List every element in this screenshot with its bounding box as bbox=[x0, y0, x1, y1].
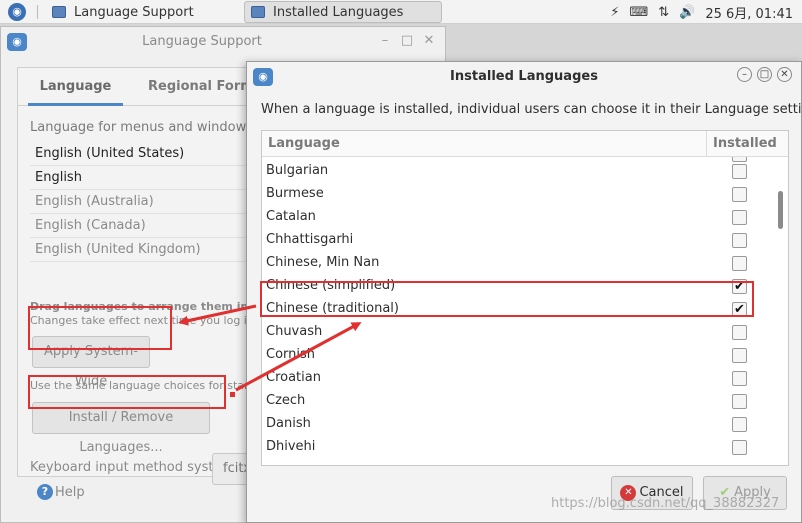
installed-checkbox[interactable] bbox=[732, 325, 747, 340]
close-button[interactable]: ✕ bbox=[777, 67, 792, 82]
table-row[interactable]: Cornish bbox=[262, 345, 772, 368]
window-icon bbox=[251, 6, 265, 18]
table-row[interactable]: Chinese, Min Nan bbox=[262, 253, 772, 276]
taskbar-item-language-support[interactable]: Language Support bbox=[46, 1, 236, 23]
watermark: https://blog.csdn.net/qq_38882327 bbox=[551, 496, 780, 511]
keyboard-icon[interactable]: ⌨ bbox=[629, 5, 648, 20]
minimize-button[interactable]: – bbox=[737, 67, 752, 82]
installed-checkbox[interactable] bbox=[732, 348, 747, 363]
taskbar-item-installed-languages[interactable]: Installed Languages bbox=[244, 1, 442, 23]
taskbar-item-label: Installed Languages bbox=[273, 4, 404, 20]
help-button[interactable]: ? Help bbox=[37, 484, 85, 500]
language-prompt: Language for menus and windows: bbox=[30, 120, 258, 135]
installed-checkbox[interactable] bbox=[732, 210, 747, 225]
language-name: Dhivehi bbox=[266, 439, 316, 454]
system-tray: ⚡ ⌨ ⇅ 🔊 25 6月, 01:41 bbox=[610, 0, 802, 24]
installed-checkbox[interactable] bbox=[732, 256, 747, 271]
window-title: Language Support bbox=[142, 34, 262, 49]
help-icon: ? bbox=[37, 484, 53, 500]
column-header-installed[interactable]: Installed bbox=[706, 131, 777, 157]
panel-separator bbox=[37, 5, 38, 19]
annotation-box-apply-system-wide bbox=[28, 306, 172, 350]
installed-checkbox[interactable] bbox=[732, 164, 747, 179]
installed-checkbox[interactable] bbox=[732, 371, 747, 386]
help-label: Help bbox=[55, 484, 85, 500]
table-row[interactable]: Czech bbox=[262, 391, 772, 414]
language-name: Chhattisgarhi bbox=[266, 232, 354, 247]
language-name: Chinese, Min Nan bbox=[266, 255, 380, 270]
language-name: Bulgarian bbox=[266, 163, 329, 178]
tab-language[interactable]: Language bbox=[28, 68, 123, 106]
installed-checkbox[interactable] bbox=[732, 187, 747, 202]
language-name: Cornish bbox=[266, 347, 316, 362]
dialog-title: Installed Languages bbox=[450, 69, 598, 84]
annotation-box-chinese-rows bbox=[260, 281, 754, 317]
installed-checkbox[interactable] bbox=[732, 417, 747, 432]
table-row[interactable]: Croatian bbox=[262, 368, 772, 391]
titlebar[interactable]: ◉ Language Support – □ ✕ bbox=[1, 27, 445, 57]
taskbar-item-label: Language Support bbox=[74, 4, 194, 20]
maximize-button[interactable]: □ bbox=[757, 67, 772, 82]
scrollbar[interactable] bbox=[774, 157, 788, 465]
table-row[interactable]: Catalan bbox=[262, 207, 772, 230]
window-icon bbox=[52, 6, 66, 18]
column-header-language[interactable]: Language bbox=[268, 136, 340, 151]
language-name: Chuvash bbox=[266, 324, 323, 339]
table-row[interactable]: Chuvash bbox=[262, 322, 772, 345]
maximize-button[interactable]: □ bbox=[399, 33, 415, 48]
language-name: Burmese bbox=[266, 186, 324, 201]
table-row[interactable]: Dhivehi bbox=[262, 437, 772, 460]
top-panel: ◉ Language Support Installed Languages ⚡… bbox=[0, 0, 802, 24]
table-header: Language Installed bbox=[262, 131, 788, 157]
table-row[interactable]: Bulgarian bbox=[262, 161, 772, 184]
language-name: Croatian bbox=[266, 370, 321, 385]
dialog-description: When a language is installed, individual… bbox=[261, 102, 802, 117]
language-name: Catalan bbox=[266, 209, 316, 224]
installed-checkbox[interactable] bbox=[732, 440, 747, 455]
lightning-icon[interactable]: ⚡ bbox=[610, 5, 619, 20]
scrollbar-thumb[interactable] bbox=[778, 191, 783, 229]
installed-checkbox[interactable] bbox=[732, 394, 747, 409]
language-name: Danish bbox=[266, 416, 311, 431]
close-button[interactable]: ✕ bbox=[421, 33, 437, 48]
table-row[interactable]: Chhattisgarhi bbox=[262, 230, 772, 253]
keyboard-input-label: Keyboard input method system: bbox=[30, 460, 239, 475]
minimize-button[interactable]: – bbox=[377, 33, 393, 48]
language-name: Czech bbox=[266, 393, 306, 408]
app-menu-icon[interactable]: ◉ bbox=[8, 3, 26, 21]
annotation-box-install-remove bbox=[28, 375, 226, 409]
table-row[interactable]: Burmese bbox=[262, 184, 772, 207]
installed-checkbox[interactable] bbox=[732, 233, 747, 248]
volume-icon[interactable]: 🔊 bbox=[679, 5, 695, 20]
table-row[interactable]: Danish bbox=[262, 414, 772, 437]
network-icon[interactable]: ⇅ bbox=[658, 5, 669, 20]
annotation-dot bbox=[230, 392, 235, 397]
clock[interactable]: 25 6月, 01:41 bbox=[705, 3, 793, 22]
